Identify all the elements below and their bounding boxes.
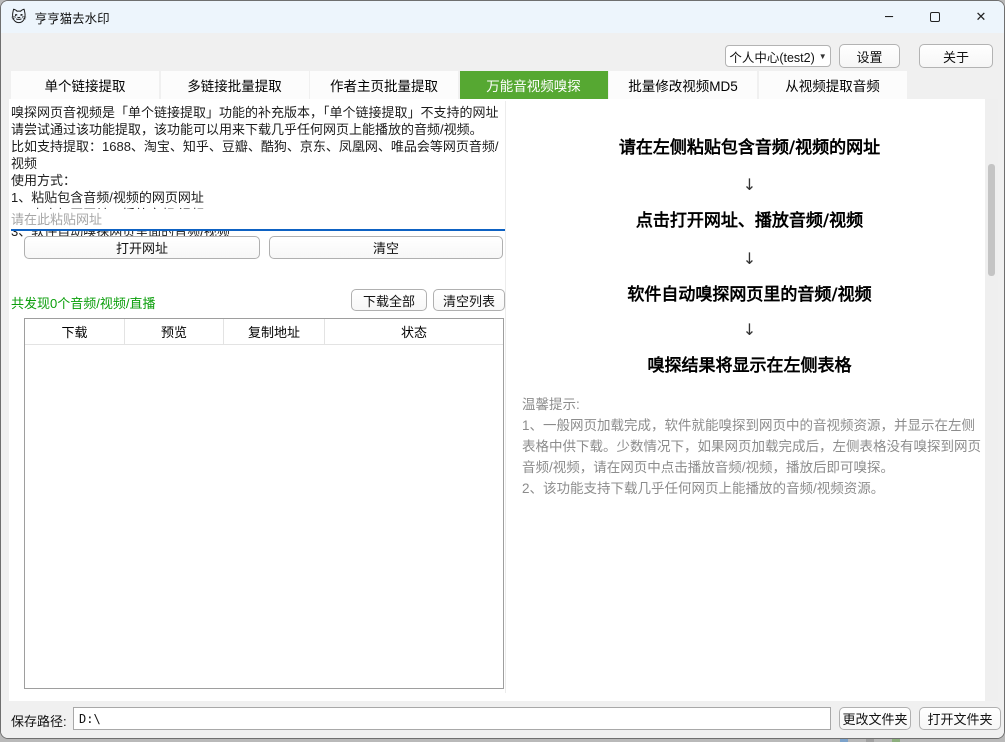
- save-path-label: 保存路径:: [11, 711, 67, 730]
- account-dropdown[interactable]: 个人中心(test2) ▼: [725, 45, 831, 67]
- sniff-results-table: 下载 预览 复制地址 状态: [24, 318, 504, 689]
- main-content: 嗅探网页音视频是「单个链接提取」功能的补充版本，「单个链接提取」不支持的网址请尝…: [9, 99, 993, 701]
- close-icon: ✕: [976, 10, 987, 25]
- bottom-bar: 保存路径: 更改文件夹 打开文件夹: [1, 701, 1005, 739]
- clear-list-button[interactable]: 清空列表: [433, 289, 505, 311]
- table-header-status: 状态: [325, 319, 503, 344]
- clear-url-button[interactable]: 清空: [269, 236, 503, 259]
- tab-bar: 单个链接提取 多链接批量提取 作者主页批量提取 万能音视频嗅探 批量修改视频MD…: [11, 71, 908, 99]
- down-arrow-icon: ↓: [506, 175, 993, 194]
- about-button[interactable]: 关于: [919, 44, 993, 68]
- maximize-button[interactable]: [912, 1, 958, 33]
- description-line: 1、粘贴包含音频/视频的网页网址: [11, 189, 505, 206]
- tab-universal-av-sniffer[interactable]: 万能音视频嗅探: [460, 71, 608, 99]
- step-2-text: 点击打开网址、播放音频/视频: [506, 206, 993, 231]
- tips-block: 温馨提示: 1、一般网页加载完成，软件就能嗅探到网页中的音视频资源，并显示在左侧…: [522, 394, 984, 499]
- table-header-copy-url: 复制地址: [224, 319, 325, 344]
- open-url-button[interactable]: 打开网址: [24, 236, 260, 259]
- down-arrow-icon: ↓: [506, 320, 993, 339]
- app-cat-icon: 🐱: [11, 10, 27, 25]
- maximize-icon: [930, 12, 940, 22]
- scrollbar-thumb[interactable]: [988, 164, 995, 276]
- app-window: 🐱 亨亨猫去水印 ─ ✕ 个人中心(test2) ▼ 设置 关于 单个链接提取 …: [0, 0, 1005, 739]
- change-folder-button[interactable]: 更改文件夹: [839, 707, 911, 730]
- close-button[interactable]: ✕: [958, 1, 1004, 33]
- step-3-text: 软件自动嗅探网页里的音频/视频: [506, 280, 993, 305]
- instructions-panel: 请在左侧粘贴包含音频/视频的网址 ↓ 点击打开网址、播放音频/视频 ↓ 软件自动…: [506, 99, 993, 701]
- table-header-download: 下载: [25, 319, 125, 344]
- account-label: 个人中心(test2): [729, 47, 814, 66]
- minimize-button[interactable]: ─: [866, 1, 912, 33]
- tab-author-homepage-batch-extract[interactable]: 作者主页批量提取: [310, 71, 458, 99]
- window-controls: ─ ✕: [866, 1, 1004, 33]
- down-arrow-icon: ↓: [506, 249, 993, 268]
- url-input[interactable]: [11, 209, 505, 231]
- found-count-text: 共发现0个音频/视频/直播: [11, 293, 155, 312]
- step-4-text: 嗅探结果将显示在左侧表格: [506, 351, 993, 376]
- scrollbar[interactable]: [985, 99, 998, 701]
- tab-single-link-extract[interactable]: 单个链接提取: [11, 71, 159, 99]
- table-header-preview: 预览: [125, 319, 224, 344]
- minimize-icon: ─: [885, 10, 893, 25]
- tab-batch-modify-video-md5[interactable]: 批量修改视频MD5: [609, 71, 757, 99]
- window-title: 亨亨猫去水印: [35, 8, 110, 27]
- tab-extract-audio-from-video[interactable]: 从视频提取音频: [759, 71, 907, 99]
- description-line: 使用方式：: [11, 172, 505, 189]
- settings-button[interactable]: 设置: [839, 44, 900, 68]
- open-folder-button[interactable]: 打开文件夹: [919, 707, 1001, 730]
- save-path-input[interactable]: [73, 707, 831, 730]
- caret-down-icon: ▼: [819, 52, 827, 61]
- tips-title: 温馨提示:: [522, 394, 984, 415]
- step-1-text: 请在左侧粘贴包含音频/视频的网址: [506, 133, 993, 158]
- description-line: 嗅探网页音视频是「单个链接提取」功能的补充版本，「单个链接提取」不支持的网址请尝…: [11, 104, 505, 138]
- table-header-row: 下载 预览 复制地址 状态: [25, 319, 503, 345]
- tips-line: 2、该功能支持下载几乎任何网页上能播放的音频/视频资源。: [522, 478, 984, 499]
- title-bar: 🐱 亨亨猫去水印 ─ ✕: [1, 1, 1004, 33]
- download-all-button[interactable]: 下载全部: [351, 289, 427, 311]
- tab-multi-link-batch-extract[interactable]: 多链接批量提取: [161, 71, 309, 99]
- description-line: 比如支持提取：1688、淘宝、知乎、豆瓣、酷狗、京东、凤凰网、唯品会等网页音频/…: [11, 138, 505, 172]
- tips-line: 1、一般网页加载完成，软件就能嗅探到网页中的音视频资源，并显示在左侧表格中供下载…: [522, 415, 984, 478]
